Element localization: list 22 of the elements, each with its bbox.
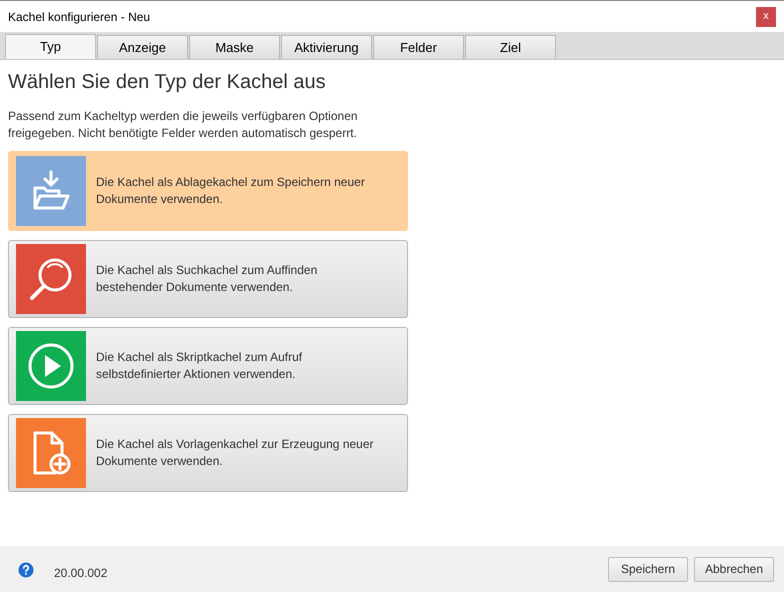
tab[interactable]: Typ xyxy=(5,34,96,59)
tile-option[interactable]: Die Kachel als Ablagekachel zum Speichern neuer Dokumente verwenden. xyxy=(8,151,408,231)
tile-option[interactable]: Die Kachel als Suchkachel zum Auffinden bestehender Dokumente verwenden. xyxy=(8,240,408,318)
help-icon[interactable] xyxy=(18,562,34,578)
tab[interactable]: Ziel xyxy=(465,35,556,59)
folder-download-icon xyxy=(31,170,71,212)
tile-option[interactable]: Die Kachel als Skriptkachel zum Aufruf selbstdefinierter Aktionen verwenden. xyxy=(8,327,408,405)
tab[interactable]: Aktivierung xyxy=(281,35,372,59)
tab[interactable]: Felder xyxy=(373,35,464,59)
description-text: Passend zum Kacheltyp werden die jeweils verfügbaren Optionen freigegeben. Nicht benötigte Felder werden automatisch gesperrt. xyxy=(8,108,359,142)
footer-button[interactable]: Speichern xyxy=(608,556,688,582)
close-button[interactable]: x xyxy=(756,6,776,26)
version-text: 20.00.002 xyxy=(54,565,108,582)
play-icon xyxy=(27,342,75,390)
document-add-icon xyxy=(31,429,71,477)
tile-option[interactable]: Die Kachel als Vorlagenkachel zur Erzeugung neuer Dokumente verwenden. xyxy=(8,414,408,492)
footer-button[interactable]: Abbrechen xyxy=(694,556,774,582)
window-title: Kachel konfigurieren - Neu xyxy=(8,8,150,26)
tab[interactable]: Anzeige xyxy=(97,35,188,59)
search-icon xyxy=(28,256,74,302)
page-heading: Wählen Sie den Typ der Kachel aus xyxy=(8,70,327,94)
tab[interactable]: Maske xyxy=(189,35,280,59)
